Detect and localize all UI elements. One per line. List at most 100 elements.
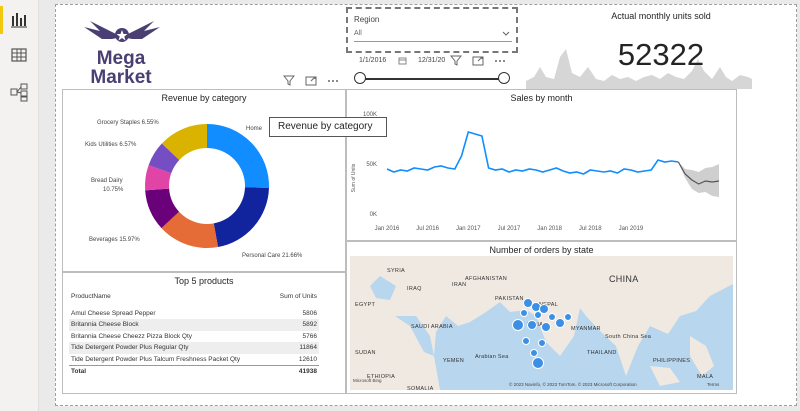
table-cell: Britannia Cheese Cheezz Pizza Block Qty xyxy=(71,332,193,340)
region-dropdown[interactable]: All xyxy=(354,27,512,42)
table-cell: Britannia Cheese Block xyxy=(69,319,271,331)
table-cell: Tide Detergent Powder Plus Talcum Freshn… xyxy=(71,355,241,363)
table-cell: Amul Cheese Spread Pepper xyxy=(71,309,156,317)
table-cell: Total xyxy=(69,365,271,378)
more-options-icon[interactable] xyxy=(327,75,339,86)
focus-mode-icon[interactable] xyxy=(472,55,484,66)
sales-series-line xyxy=(386,131,679,175)
calendar-icon[interactable] xyxy=(398,56,407,65)
y-tick-label: 50K xyxy=(366,162,377,168)
x-tick-label: Jul 2017 xyxy=(498,226,521,232)
order-bubble[interactable] xyxy=(527,320,537,330)
order-bubble[interactable] xyxy=(534,311,542,319)
table-cell: 5892 xyxy=(270,319,319,331)
x-tick-label: Jan 2016 xyxy=(375,226,400,232)
kpi-card: Actual monthly units sold 52322 xyxy=(526,7,796,89)
filter-icon[interactable] xyxy=(450,55,462,66)
table-cell: 5766 xyxy=(302,332,317,340)
donut-label-personal: Personal Care 21.66% xyxy=(242,253,303,259)
order-bubble[interactable] xyxy=(512,319,524,331)
model-view-icon xyxy=(10,83,28,102)
date-end-input[interactable]: 12/31/20 xyxy=(418,57,445,64)
order-bubble[interactable] xyxy=(530,349,538,357)
order-bubble[interactable] xyxy=(522,337,530,345)
map-label: PHILIPPINES xyxy=(653,358,691,364)
map-terms-link[interactable]: Terms xyxy=(707,382,719,387)
slicer-header-icons xyxy=(450,55,506,66)
logo-visual: Mega Market xyxy=(64,9,339,89)
filter-icon[interactable] xyxy=(283,75,295,86)
model-view-button[interactable] xyxy=(9,82,29,102)
forecast-band xyxy=(678,162,719,197)
date-slider-track[interactable] xyxy=(360,78,504,80)
focus-mode-icon[interactable] xyxy=(305,75,317,86)
table-row: Amul Cheese Spread Pepper 5806 xyxy=(69,308,319,320)
map-label: THAILAND xyxy=(587,350,617,356)
map-label: MYANMAR xyxy=(571,326,601,332)
donut-slice-personal-care[interactable] xyxy=(213,187,269,248)
table-row: Tide Detergent Powder Plus Talcum Freshn… xyxy=(69,354,319,366)
view-switcher-rail xyxy=(0,0,39,411)
date-start-input[interactable]: 1/1/2016 xyxy=(359,57,386,64)
logo-text: Mega Market xyxy=(90,49,152,87)
logo-line1: Mega xyxy=(96,48,146,69)
sales-ylabel: Sum of Units xyxy=(351,163,357,192)
map-label: SOMALIA xyxy=(407,386,434,392)
table-cell: 41938 xyxy=(270,365,319,378)
report-view-icon xyxy=(11,13,27,28)
table-cell: 12610 xyxy=(298,355,317,363)
report-view-button[interactable] xyxy=(0,6,29,34)
table-row: Britannia Cheese Cheezz Pizza Block Qty 5… xyxy=(69,331,319,343)
eagle-logo-icon xyxy=(84,21,160,42)
order-bubble[interactable] xyxy=(520,309,528,317)
date-slider-end-handle[interactable] xyxy=(498,72,510,84)
data-view-button[interactable] xyxy=(9,45,29,65)
map-label: IRAN xyxy=(452,282,467,288)
map-label: IRAQ xyxy=(407,286,422,292)
donut-label-beverages: Beverages 15.97% xyxy=(89,237,140,243)
date-slider-start-handle[interactable] xyxy=(354,72,366,84)
order-bubble[interactable] xyxy=(564,313,572,321)
order-bubble[interactable] xyxy=(541,322,551,332)
map-label: SUDAN xyxy=(355,350,376,356)
x-tick-label: Jul 2016 xyxy=(416,226,439,232)
map-label: YEMEN xyxy=(443,358,465,364)
sales-by-month-visual[interactable]: Sales by month Sum of Units 100K 50K 0K Ja… xyxy=(346,89,737,241)
date-range-slicer: 1/1/2016 12/31/20 xyxy=(346,53,518,89)
map-label: SYRIA xyxy=(387,268,406,274)
x-tick-label: Jan 2017 xyxy=(456,226,481,232)
x-tick-label: Jan 2018 xyxy=(537,226,562,232)
table-total-row: Total 41938 xyxy=(69,365,319,378)
map-label: SAUDI ARABIA xyxy=(411,324,453,330)
kpi-title: Actual monthly units sold xyxy=(611,11,711,21)
order-bubble[interactable] xyxy=(532,357,544,369)
donut-label-home: Home xyxy=(246,126,263,132)
map-label: PAKISTAN xyxy=(495,296,524,302)
logo-line2: Market xyxy=(90,67,152,88)
donut-label-bread-pct: 10.75% xyxy=(103,187,124,193)
hover-tooltip: Revenue by category xyxy=(269,117,387,137)
more-options-icon[interactable] xyxy=(494,55,506,66)
bing-logo: Microsoft Bing xyxy=(353,378,382,383)
x-tick-label: Jan 2019 xyxy=(619,226,644,232)
order-bubble[interactable] xyxy=(555,318,565,328)
data-view-icon xyxy=(11,48,27,62)
map-label: South China Sea xyxy=(605,334,652,340)
y-tick-label: 0K xyxy=(370,212,377,218)
column-header-units[interactable]: Sum of Units xyxy=(271,291,319,303)
donut-label-kids: Kids Utilities 6.57% xyxy=(85,142,137,148)
orders-by-state-map[interactable]: Number of orders by state SYRIA IRAN AFGHA… xyxy=(346,241,737,394)
order-bubble[interactable] xyxy=(538,339,546,347)
map-label: Arabian Sea xyxy=(475,354,509,360)
donut-slice-home[interactable] xyxy=(207,124,269,188)
map-label: AFGHANISTAN xyxy=(465,276,508,282)
column-header-product[interactable]: ProductName xyxy=(69,291,271,303)
donut-label-bread: Bread Dairy xyxy=(91,178,123,184)
map-credit: © 2023 Navinfo, © 2023 TomTom, © 2023 Mi… xyxy=(509,382,637,387)
map-label: MALA xyxy=(697,374,714,380)
visual-header-icons xyxy=(283,75,339,86)
top-products-table[interactable]: Top 5 products ProductName Sum of Units … xyxy=(62,272,346,394)
sales-line-chart: Sum of Units 100K50K0K Jan 2016 Jul 2016 J… xyxy=(351,112,720,232)
map-label: CHINA xyxy=(609,274,639,284)
table-header-row: ProductName Sum of Units xyxy=(69,291,319,303)
